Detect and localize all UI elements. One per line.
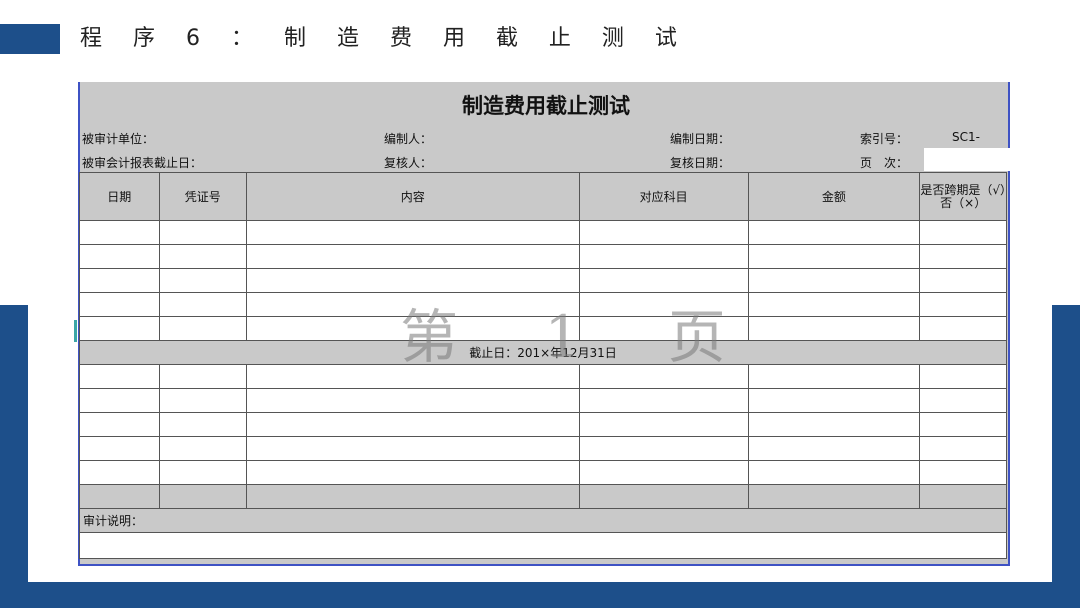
table-row <box>79 388 1007 413</box>
table-row <box>79 244 1007 269</box>
table-row <box>79 412 1007 437</box>
audit-note-field[interactable] <box>79 532 1007 559</box>
table-row <box>79 460 1007 485</box>
table-row <box>79 220 1007 245</box>
review-date-label: 复核日期： <box>670 156 731 170</box>
frame-bottom <box>0 582 1080 608</box>
col-header-amount: 金额 <box>747 172 921 221</box>
frame-left <box>0 305 28 608</box>
slide-title: 程 序 6 ： 制 造 费 用 截 止 测 试 <box>80 26 689 51</box>
audit-note-label: 审计说明： <box>79 508 1007 533</box>
table-header-row: 日期 凭证号 内容 对应科目 金额 是否跨期是（√）否（×） <box>79 172 1007 221</box>
worksheet: 制造费用截止测试 被审计单位： 编制人： 编制日期： 索引号： SC1- 被审会… <box>78 82 1010 566</box>
page-no-label: 页 次： <box>860 156 909 170</box>
index-value: SC1- <box>952 130 980 144</box>
total-row <box>79 484 1007 509</box>
title-accent-bar <box>0 24 60 54</box>
page-watermark: 第 1 页 <box>400 303 760 371</box>
preparer-label: 编制人： <box>384 132 433 146</box>
col-header-cross-period: 是否跨期是（√）否（×） <box>919 172 1007 221</box>
index-label: 索引号： <box>860 132 909 146</box>
table-row <box>79 268 1007 293</box>
col-header-content: 内容 <box>245 172 580 221</box>
page-no-field[interactable] <box>924 148 1010 171</box>
col-header-account: 对应科目 <box>578 172 749 221</box>
reviewer-label: 复核人： <box>384 156 433 170</box>
audited-unit-label: 被审计单位： <box>82 132 155 146</box>
col-header-voucher: 凭证号 <box>158 172 247 221</box>
report-end-date-label: 被审会计报表截止日： <box>82 156 203 170</box>
prep-date-label: 编制日期： <box>670 132 731 146</box>
decorative-tick <box>74 320 77 342</box>
frame-right <box>1052 305 1080 608</box>
audit-note-row: 审计说明： <box>79 508 1007 533</box>
audit-note-body <box>79 532 1007 559</box>
col-header-date: 日期 <box>79 172 160 221</box>
worksheet-title: 制造费用截止测试 <box>462 94 630 118</box>
table-row <box>79 436 1007 461</box>
